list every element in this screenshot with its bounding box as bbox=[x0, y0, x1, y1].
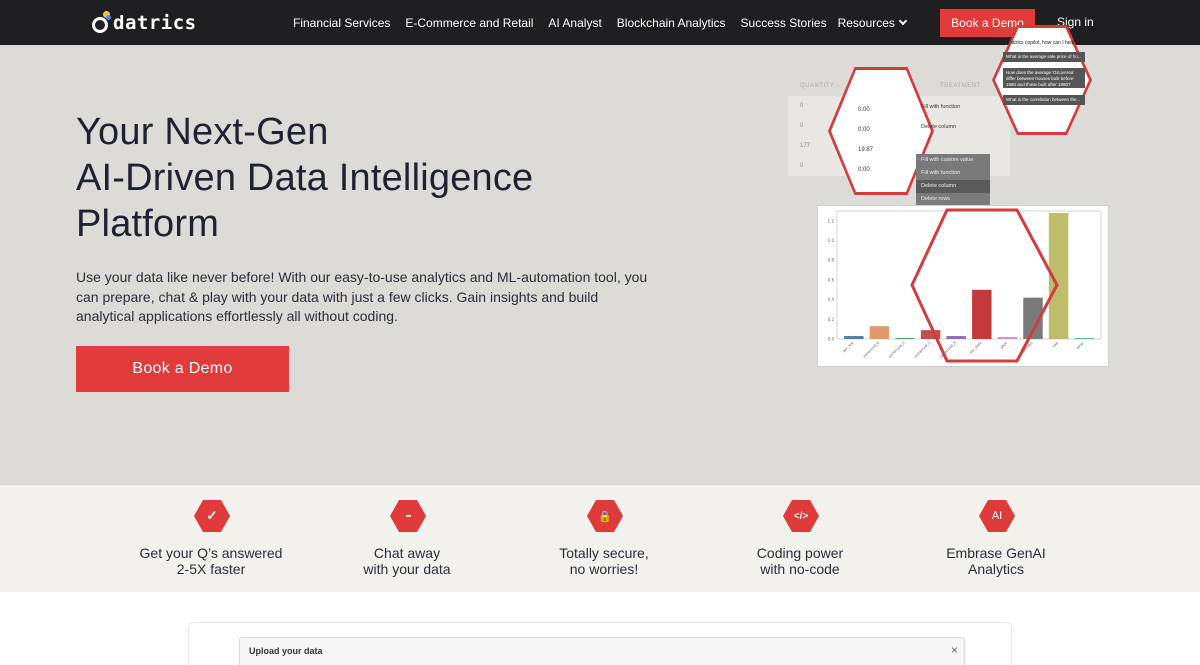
check-icon: ✓ bbox=[194, 500, 230, 532]
chat-icon: ▪▪▪ bbox=[390, 500, 426, 532]
y-tick-label: 1.2 bbox=[828, 218, 835, 223]
menu-item: Fill with custom value bbox=[921, 157, 974, 163]
nav-link-ai-analyst[interactable]: AI Analyst bbox=[548, 16, 601, 30]
nav-link-ecommerce-retail[interactable]: E-Commerce and Retail bbox=[405, 16, 533, 30]
fill-with-function-select: Fill with function bbox=[921, 104, 961, 110]
logo-text: datrics bbox=[113, 12, 197, 34]
book-demo-hero-button[interactable]: Book a Demo bbox=[76, 346, 289, 392]
y-tick-label: 1.0 bbox=[828, 238, 835, 243]
hero-title-line3: Platform bbox=[76, 203, 220, 245]
bar-chart: 0.0 0.2 0.4 0.6 0.8 1.0 1.2 bar_low enhanced_0 en… bbox=[828, 208, 1102, 363]
feature-line2: Analytics bbox=[967, 561, 1025, 577]
menu-item: Fill with function bbox=[921, 170, 961, 176]
feature-text: Get your Q’s answered 2-5X faster bbox=[113, 545, 309, 577]
close-icon[interactable]: × bbox=[951, 643, 958, 657]
x-tick-label: enhanced_2 bbox=[913, 341, 931, 359]
y-tick-label: 0.4 bbox=[828, 297, 835, 302]
x-tick-label: bar_data bbox=[969, 341, 983, 355]
hero-description: Use your data like never before! With ou… bbox=[76, 269, 648, 324]
chevron-down-icon bbox=[898, 16, 908, 25]
feature-line2: 2-5X faster bbox=[176, 561, 246, 577]
x-tick-label: two bbox=[1052, 341, 1059, 348]
upload-data-panel bbox=[239, 637, 965, 665]
hero-title: Your Next-Gen AI-Driven Data Intelligenc… bbox=[76, 109, 533, 247]
fraction-cell: 0.00 bbox=[858, 107, 870, 113]
feature-line2: no worries! bbox=[569, 561, 639, 577]
chart-bar bbox=[972, 289, 992, 339]
feature-text: Chat away with your data bbox=[309, 545, 505, 577]
fraction-cell: 0.00 bbox=[858, 167, 870, 173]
hero-title-line2: AI-Driven Data Intelligence bbox=[76, 157, 534, 199]
chart-bar bbox=[895, 338, 915, 339]
feature-line1: Embrase GenAI bbox=[946, 545, 1046, 561]
delete-column-select: Delete column bbox=[921, 124, 957, 130]
fraction-values: 0.00 0.00 19.87 0.00 bbox=[858, 100, 873, 180]
nav-link-resources[interactable]: Resources bbox=[837, 15, 908, 30]
feature-text: Coding power with no-code bbox=[702, 545, 898, 577]
table-header-treatment: TREATMENT bbox=[940, 83, 981, 89]
fraction-cell: 19.87 bbox=[858, 147, 874, 153]
chart-bar bbox=[1074, 338, 1094, 339]
nav-link-resources-label: Resources bbox=[837, 15, 895, 30]
upload-data-title: Upload your data bbox=[249, 646, 323, 656]
logo-mark-icon bbox=[92, 11, 112, 35]
x-tick-label: enhanced_0 bbox=[862, 341, 880, 359]
code-icon: </> bbox=[783, 500, 819, 532]
x-tick-label: other bbox=[1075, 340, 1085, 350]
chat-header: Datrics copilot, how can I help? bbox=[1008, 40, 1078, 46]
feature-line1: Chat away bbox=[373, 545, 441, 561]
y-tick-label: 0.6 bbox=[828, 277, 835, 282]
nav-link-blockchain-analytics[interactable]: Blockchain Analytics bbox=[617, 16, 726, 30]
nav-link-financial-services[interactable]: Financial Services bbox=[293, 16, 390, 30]
nav-links: Financial Services E-Commerce and Retail… bbox=[293, 0, 908, 45]
chart-bar bbox=[946, 336, 966, 339]
y-tick-label: 0.0 bbox=[828, 337, 835, 342]
feature-line1: Get your Q’s answered bbox=[139, 545, 283, 561]
feature-line1: Coding power bbox=[756, 545, 844, 561]
lock-icon: 🔒 bbox=[587, 500, 623, 532]
chat-question: What is the average sale price of ho... bbox=[1003, 52, 1085, 62]
feature-line2: with your data bbox=[363, 561, 451, 577]
x-tick-label: bar_low bbox=[842, 341, 854, 353]
nav-link-success-stories[interactable]: Success Stories bbox=[741, 16, 827, 30]
fraction-cell: 0.00 bbox=[858, 127, 870, 133]
feature-line2: with no-code bbox=[760, 561, 840, 577]
menu-item: Delete column bbox=[916, 180, 990, 193]
chart-bar bbox=[844, 336, 864, 339]
datrics-logo[interactable]: datrics bbox=[92, 9, 197, 37]
features-strip: ✓ Get your Q’s answered 2-5X faster ▪▪▪ … bbox=[0, 485, 1200, 592]
feature-text: Totally secure, no worries! bbox=[506, 545, 702, 577]
y-tick-label: 0.2 bbox=[828, 317, 835, 322]
chart-bar bbox=[869, 326, 890, 339]
x-tick-label: enhanced_1 bbox=[888, 341, 906, 359]
feature-line1: Totally secure, bbox=[559, 545, 649, 561]
chat-question: What is the correlation between the... bbox=[1003, 95, 1085, 105]
hero-title-line1: Your Next-Gen bbox=[76, 111, 329, 153]
x-tick-label: gaps bbox=[999, 341, 1008, 350]
chat-question: How does the average 'GrLivArea' differ … bbox=[1003, 68, 1085, 88]
chart-bar bbox=[997, 337, 1018, 339]
ai-icon: AI bbox=[979, 500, 1015, 532]
y-tick-label: 0.8 bbox=[828, 258, 835, 263]
feature-text: Embrase GenAI Analytics bbox=[898, 545, 1094, 577]
